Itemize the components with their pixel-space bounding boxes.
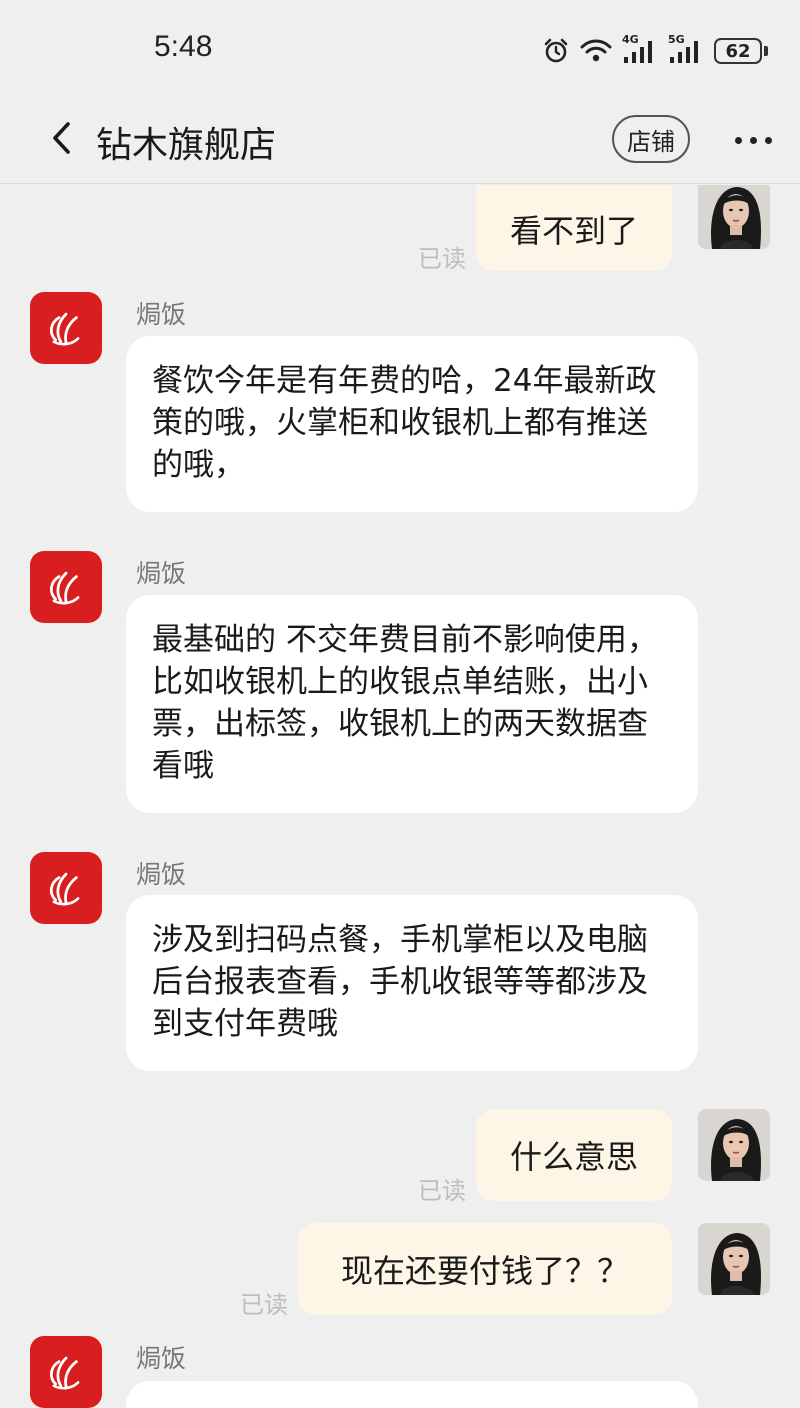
message-incoming: 焗饭 最基础的 不交年费目前不影响使用，比如收银机上的收银点单结账，出小票，出标… — [0, 550, 800, 814]
status-bar: 5:48 4G 5G 62 — [0, 0, 800, 100]
alarm-icon — [542, 37, 570, 65]
sender-name: 焗饭 — [136, 860, 187, 889]
battery-level: 62 — [714, 38, 762, 64]
shop-logo-icon — [40, 561, 92, 613]
message-bubble[interactable]: 餐饮今年是有年费的哈，24年最新政策的哦，火掌柜和收银机上都有推送的哦， — [126, 336, 698, 512]
message-incoming: 焗饭 餐饮今年是有年费的哈，24年最新政策的哦，火掌柜和收银机上都有推送的哦， — [0, 291, 800, 515]
message-outgoing: 已读 现在还要付钱了？？ — [0, 1221, 800, 1319]
signal-5g-icon: 5G — [668, 33, 704, 65]
more-dot-icon — [749, 136, 757, 144]
message-outgoing: 已读 看不到了 — [0, 185, 800, 275]
shop-avatar[interactable] — [30, 852, 102, 924]
shop-logo-icon — [40, 302, 92, 354]
message-list[interactable]: 已读 看不到了 焗饭 餐饮今年是有年费的哈，24年最新政策的哦，火掌柜和收银机上… — [0, 185, 800, 1408]
message-incoming: 焗饭 — [0, 1335, 800, 1408]
chat-title: 钻木旗舰店 — [96, 125, 277, 166]
signal-4g-icon: 4G — [622, 33, 658, 65]
message-bubble[interactable]: 最基础的 不交年费目前不影响使用，比如收银机上的收银点单结账，出小票，出标签，收… — [126, 595, 698, 813]
message-bubble[interactable]: 看不到了 — [476, 185, 672, 271]
status-icons: 4G 5G 62 — [542, 33, 768, 68]
battery-tip — [764, 46, 768, 56]
message-bubble[interactable]: 现在还要付钱了？？ — [298, 1223, 672, 1315]
message-incoming: 焗饭 涉及到扫码点餐，手机掌柜以及电脑后台报表查看，手机收银等等都涉及到支付年费… — [0, 851, 800, 1073]
shop-button[interactable]: 店铺 — [612, 115, 690, 163]
read-status: 已读 — [240, 1291, 288, 1319]
shop-logo-icon — [40, 862, 92, 914]
message-bubble[interactable]: 涉及到扫码点餐，手机掌柜以及电脑后台报表查看，手机收银等等都涉及到支付年费哦 — [126, 895, 698, 1071]
message-bubble[interactable]: 什么意思 — [476, 1109, 672, 1201]
user-avatar[interactable] — [698, 1223, 770, 1295]
message-bubble[interactable] — [126, 1381, 698, 1408]
sender-name: 焗饭 — [136, 1344, 187, 1373]
shop-avatar[interactable] — [30, 292, 102, 364]
more-dot-icon — [764, 136, 772, 144]
network-4g-label: 4G — [622, 33, 639, 46]
sender-name: 焗饭 — [136, 300, 187, 329]
battery-icon: 62 — [714, 38, 768, 64]
user-avatar[interactable] — [698, 1109, 770, 1181]
wifi-icon — [580, 38, 612, 64]
network-5g-label: 5G — [668, 33, 685, 46]
shop-avatar[interactable] — [30, 551, 102, 623]
message-outgoing: 已读 什么意思 — [0, 1107, 800, 1205]
more-button[interactable] — [726, 120, 780, 160]
back-button[interactable] — [40, 118, 84, 162]
shop-avatar[interactable] — [30, 1336, 102, 1408]
read-status: 已读 — [418, 1177, 466, 1205]
chat-header: 钻木旗舰店 店铺 — [0, 100, 800, 184]
status-time: 5:48 — [154, 30, 213, 63]
read-status: 已读 — [418, 245, 466, 273]
more-dot-icon — [734, 136, 742, 144]
sender-name: 焗饭 — [136, 559, 187, 588]
chevron-left-icon — [50, 120, 74, 160]
user-avatar[interactable] — [698, 185, 770, 249]
shop-logo-icon — [40, 1346, 92, 1398]
